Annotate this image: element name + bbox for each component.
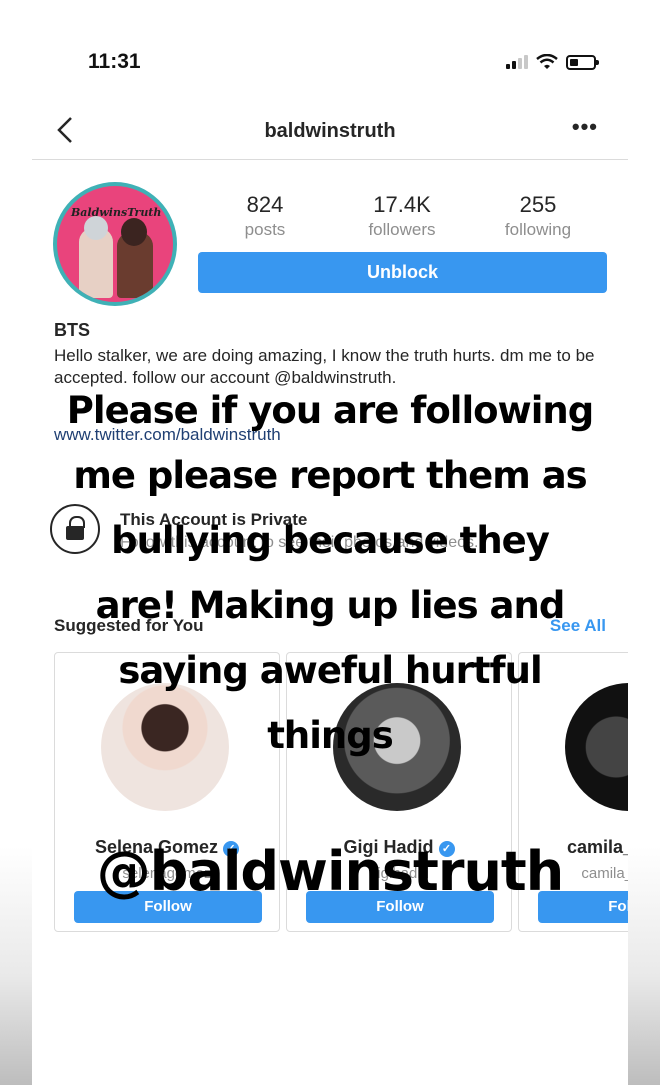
battery-icon [566,54,599,70]
stat-label: posts [244,220,286,239]
status-icons [506,54,599,70]
story-handle-text: @baldwinstruth [96,840,564,903]
story-caption-line: me please report them as [73,454,587,497]
story-caption-line: bullying because they [111,519,550,562]
avatar-figure-right-head [121,218,147,246]
unblock-button[interactable]: Unblock [198,252,607,293]
nav-title: baldwinstruth [264,120,396,142]
stat-value: 824 [246,192,284,217]
stat-label: followers [368,220,436,239]
avatar-figure-left-head [84,216,108,240]
status-time: 11:31 [88,50,141,73]
avatar-logo-text: BaldwinsTruth [71,206,162,219]
avatar-image: BaldwinsTruth [57,186,173,302]
profile-name: BTS [54,320,90,340]
wifi-icon [536,54,558,69]
story-caption-line: saying aweful hurtful [118,649,542,692]
story-caption-line: are! Making up lies and [95,584,566,627]
signal-icon [506,55,528,69]
stat-value: 255 [519,192,557,217]
stat-label: following [504,220,572,239]
stat-following[interactable]: 255 following [483,192,593,240]
nav-bar: baldwinstruth ••• [32,108,628,160]
more-options-button[interactable]: ••• [572,114,598,140]
stat-posts[interactable]: 824 posts [210,192,320,240]
stat-followers[interactable]: 17.4K followers [347,192,457,240]
story-caption: Please if you are following me please re… [0,378,660,768]
story-caption-line: things [267,714,394,757]
avatar[interactable]: BaldwinsTruth [53,182,177,306]
story-caption-line: Please if you are following [66,389,594,432]
stat-value: 17.4K [373,192,431,217]
